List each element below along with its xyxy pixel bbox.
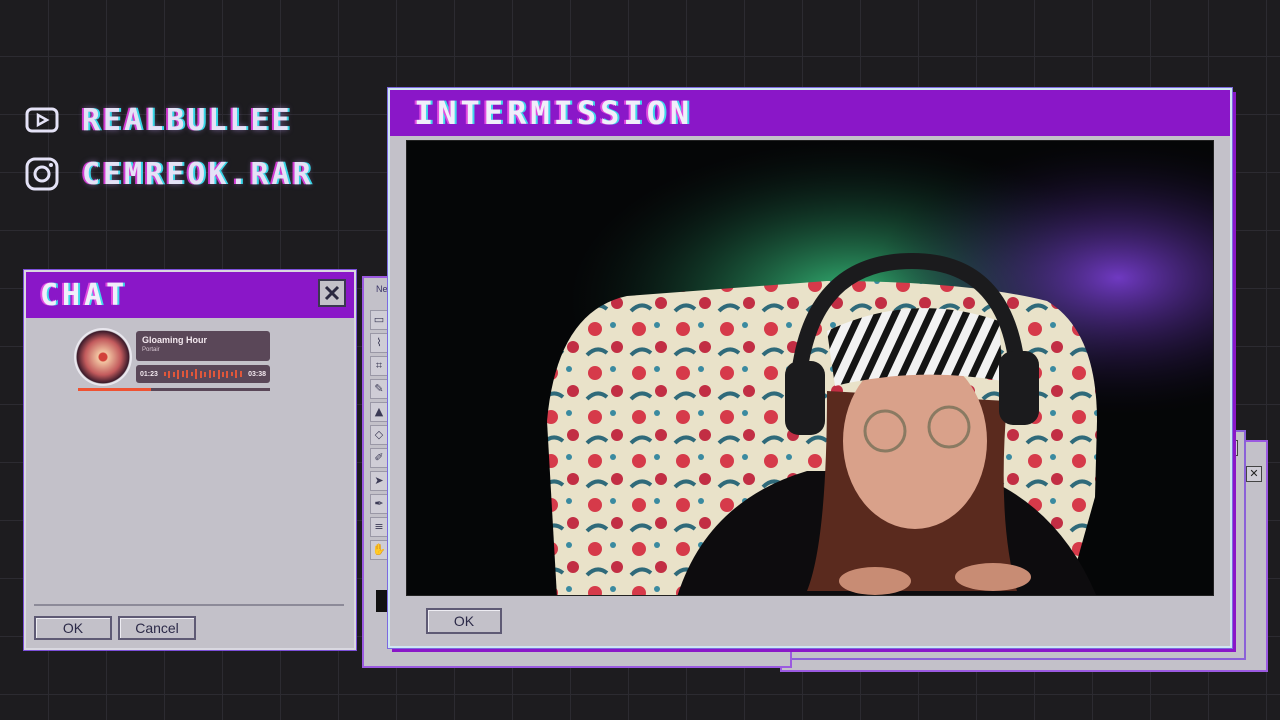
social-youtube: REALBULLEE	[24, 102, 293, 138]
song-artist: Portair	[142, 347, 160, 353]
webcam-scene	[407, 141, 1213, 595]
youtube-handle: REALBULLEE	[82, 102, 293, 138]
elapsed-time: 01:23	[140, 370, 158, 378]
song-title: Gloaming Hour	[142, 335, 207, 345]
crop-tool-icon[interactable]: ⌗	[370, 356, 388, 376]
pencil-tool-icon[interactable]: ✐	[370, 448, 388, 468]
duration-time: 03:38	[248, 370, 266, 378]
waveform	[163, 369, 242, 379]
waveform-bar	[190, 372, 193, 376]
social-instagram: CEMREOK.RAR	[24, 156, 314, 192]
close-icon[interactable]: ✕	[1246, 466, 1262, 482]
paint-window-title: Ne	[376, 284, 388, 294]
divider	[34, 604, 344, 606]
progress-fill	[78, 388, 151, 391]
eraser-tool-icon[interactable]: ◇	[370, 425, 388, 445]
now-playing-card: Gloaming Hour Portair	[136, 331, 270, 361]
waveform-bar	[186, 370, 189, 378]
intermission-window: INTERMISSION OK	[388, 88, 1232, 648]
select-tool-icon[interactable]: ▭	[370, 310, 388, 330]
waveform-bar	[204, 371, 207, 377]
close-icon	[324, 285, 340, 301]
chat-title: CHAT	[40, 278, 129, 313]
waveform-bar	[226, 370, 229, 378]
chat-titlebar: CHAT	[26, 272, 354, 318]
album-art	[76, 330, 130, 384]
chat-window: CHAT Gloaming Hour Portair 01:23 03:38 O…	[24, 270, 356, 650]
waveform-bar	[213, 371, 216, 377]
youtube-icon	[24, 102, 60, 138]
waveform-bar	[177, 369, 180, 379]
waveform-bar	[172, 371, 175, 377]
instagram-handle: CEMREOK.RAR	[82, 156, 314, 192]
waveform-bar	[239, 371, 242, 377]
waveform-bar	[235, 370, 238, 378]
brush-tool-icon[interactable]: ✎	[370, 379, 388, 399]
waveform-bar	[217, 369, 220, 379]
waveform-bar	[195, 369, 198, 379]
ok-button[interactable]: OK	[34, 616, 112, 640]
lasso-tool-icon[interactable]: ⌇	[370, 333, 388, 353]
close-button[interactable]	[318, 279, 346, 307]
text-tool-icon[interactable]: ≡	[370, 517, 388, 537]
waveform-bar	[163, 372, 166, 376]
waveform-bar	[230, 372, 233, 376]
playback-bar: 01:23 03:38	[136, 365, 270, 383]
pen-tool-icon[interactable]: ✒	[370, 494, 388, 514]
intermission-title: INTERMISSION	[414, 94, 694, 132]
hand-tool-icon[interactable]: ✋	[370, 540, 388, 560]
waveform-bar	[222, 371, 224, 377]
waveform-bar	[181, 371, 184, 377]
color-swatch[interactable]	[376, 590, 388, 612]
intermission-titlebar: INTERMISSION	[390, 90, 1230, 136]
pointer-tool-icon[interactable]: ➤	[370, 471, 388, 491]
cancel-button[interactable]: Cancel	[118, 616, 196, 640]
waveform-bar	[208, 370, 211, 378]
intermission-ok-button[interactable]: OK	[426, 608, 502, 634]
webcam-video	[406, 140, 1214, 596]
progress-bar[interactable]	[78, 388, 270, 391]
stamp-tool-icon[interactable]: ▲	[370, 402, 388, 422]
instagram-icon	[24, 156, 60, 192]
waveform-bar	[168, 370, 171, 378]
waveform-bar	[199, 370, 202, 378]
